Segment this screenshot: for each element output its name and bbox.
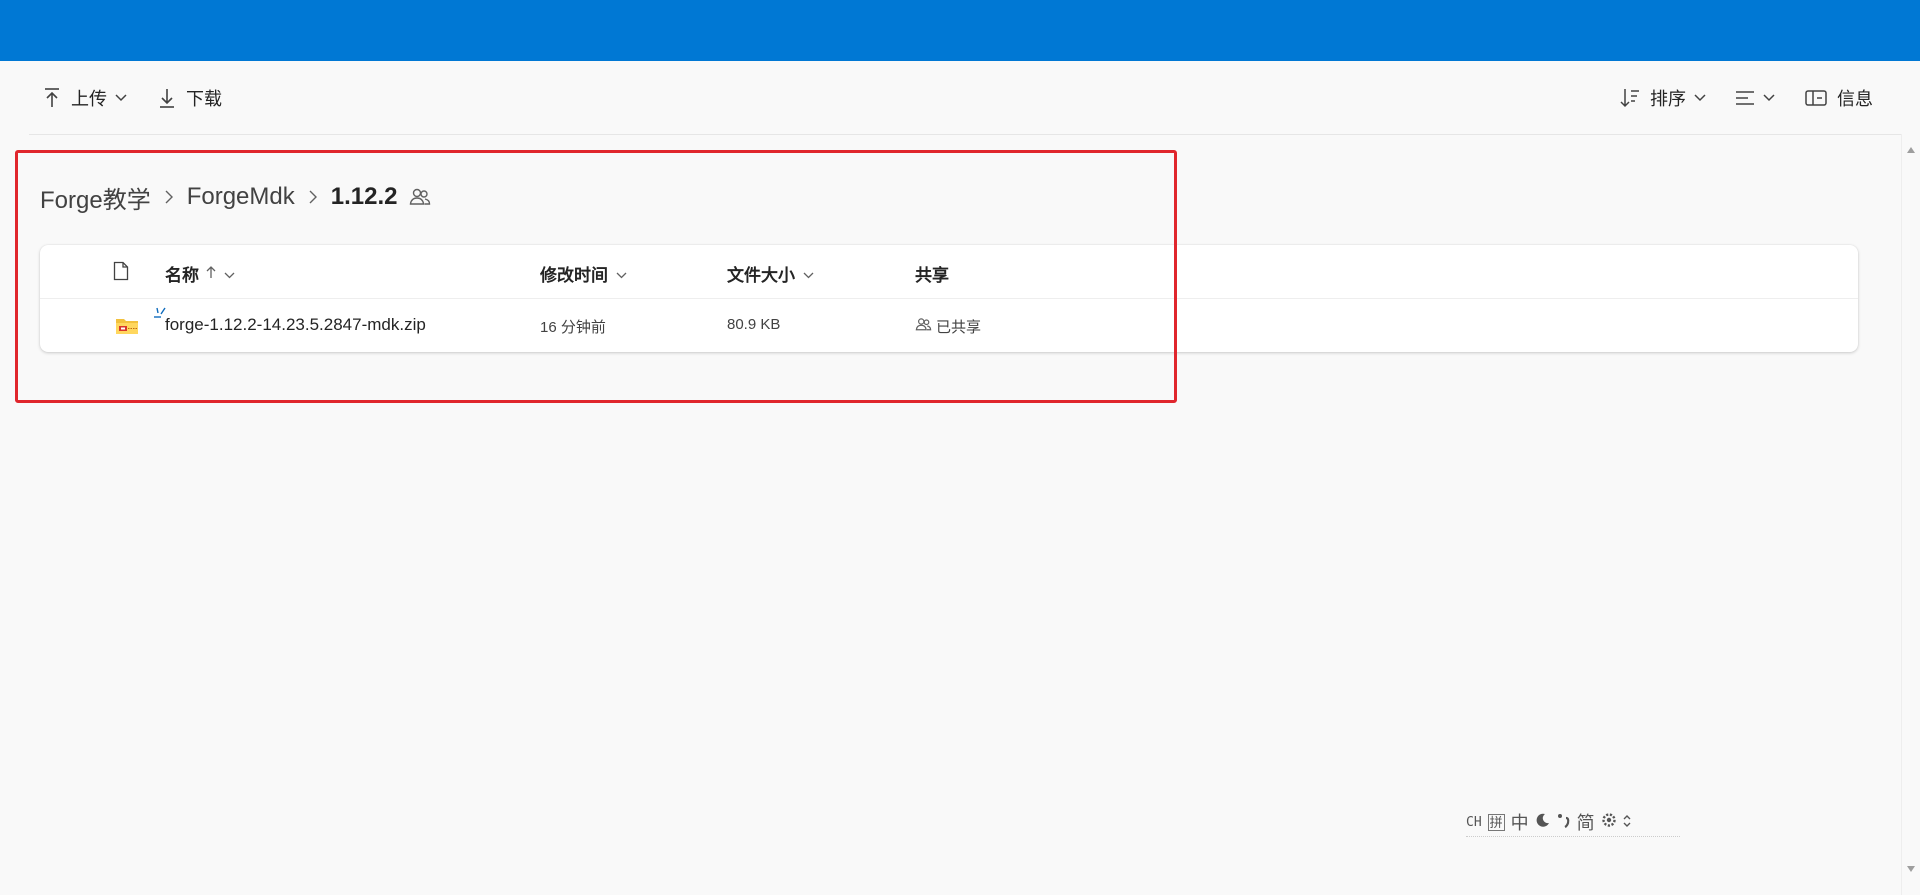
shared-people-icon — [915, 317, 932, 336]
ime-toolbar: CH 拼 中 简 — [1466, 808, 1680, 837]
file-type-icon[interactable] — [113, 261, 129, 281]
column-header-sharing[interactable]: 共享 — [915, 261, 949, 286]
moon-icon[interactable] — [1535, 812, 1551, 833]
download-button[interactable]: 下载 — [158, 85, 222, 111]
list-view-icon — [1735, 89, 1755, 107]
file-sharing-status[interactable]: 已共享 — [915, 316, 981, 337]
chevron-down-icon — [616, 264, 627, 284]
download-label: 下载 — [186, 89, 222, 109]
sort-ascending-icon — [206, 264, 216, 284]
file-list: 名称 修改时间 文件大小 共享 forge-1.12.2-14.23.5.284… — [40, 245, 1858, 352]
breadcrumb-current: 1.12.2 — [330, 183, 398, 210]
scroll-down-icon[interactable] — [1907, 859, 1915, 877]
ime-pinyin[interactable]: 拼 — [1487, 813, 1505, 831]
column-sharing-label: 共享 — [915, 266, 949, 285]
zip-folder-icon — [115, 316, 139, 336]
gear-icon[interactable] — [1601, 812, 1617, 833]
breadcrumb-item[interactable]: Forge教学 — [40, 180, 151, 215]
file-modified: 16 分钟前 — [540, 319, 606, 336]
info-button[interactable]: 信息 — [1805, 85, 1873, 111]
vertical-scrollbar[interactable] — [1901, 134, 1920, 895]
ime-chinese-mode[interactable]: 中 — [1511, 809, 1529, 835]
file-list-header: 名称 修改时间 文件大小 共享 — [40, 245, 1858, 299]
column-name-label: 名称 — [165, 266, 199, 285]
breadcrumb-item[interactable]: ForgeMdk — [187, 183, 295, 211]
info-label: 信息 — [1837, 89, 1873, 109]
view-options-button[interactable] — [1735, 85, 1775, 111]
command-bar: 上传 下载 排序 信息 — [29, 61, 1906, 135]
ime-menu-icon[interactable] — [1623, 812, 1631, 833]
sort-label: 排序 — [1650, 89, 1686, 109]
file-size: 80.9 KB — [727, 316, 781, 333]
ime-language[interactable]: CH — [1466, 815, 1482, 830]
column-header-name[interactable]: 名称 — [165, 261, 235, 286]
sort-button[interactable]: 排序 — [1620, 85, 1706, 111]
top-app-bar — [0, 0, 1920, 61]
shared-people-icon[interactable] — [409, 187, 431, 207]
chevron-right-icon — [309, 190, 317, 204]
chevron-down-icon — [1694, 94, 1706, 102]
upload-icon — [43, 87, 61, 109]
download-icon — [158, 87, 176, 109]
breadcrumb: Forge教学 ForgeMdk 1.12.2 — [40, 180, 431, 214]
chevron-down-icon — [803, 264, 814, 284]
chevron-down-icon — [115, 94, 127, 102]
upload-label: 上传 — [71, 89, 107, 109]
ime-simplified[interactable]: 简 — [1577, 809, 1595, 835]
chevron-right-icon — [165, 190, 173, 204]
chevron-down-icon — [1763, 94, 1775, 102]
punctuation-icon[interactable] — [1557, 812, 1571, 833]
info-pane-icon — [1805, 89, 1827, 107]
file-name[interactable]: forge-1.12.2-14.23.5.2847-mdk.zip — [165, 315, 426, 335]
upload-button[interactable]: 上传 — [43, 85, 127, 111]
table-row[interactable]: forge-1.12.2-14.23.5.2847-mdk.zip 16 分钟前… — [40, 299, 1858, 352]
column-header-modified[interactable]: 修改时间 — [540, 261, 627, 286]
chevron-down-icon — [224, 264, 235, 284]
column-header-size[interactable]: 文件大小 — [727, 261, 814, 286]
sort-icon — [1620, 87, 1640, 109]
column-modified-label: 修改时间 — [540, 266, 608, 285]
column-size-label: 文件大小 — [727, 266, 795, 285]
scroll-up-icon[interactable] — [1907, 140, 1915, 158]
sharing-label: 已共享 — [936, 319, 982, 336]
